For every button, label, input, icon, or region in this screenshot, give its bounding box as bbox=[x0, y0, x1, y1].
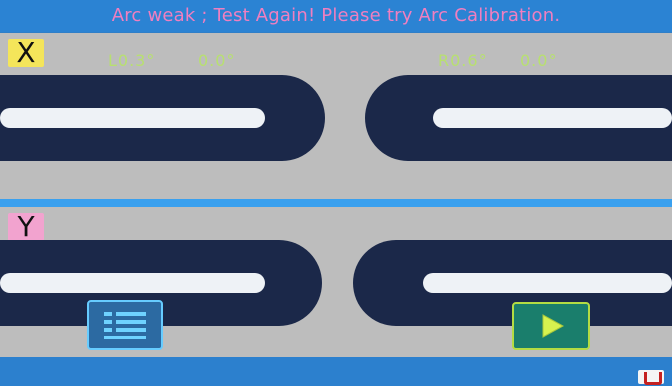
splicer-screen: Arc weak ; Test Again! Please try Arc Ca… bbox=[0, 0, 672, 386]
corner-indicator bbox=[638, 370, 664, 385]
play-icon bbox=[542, 314, 565, 338]
menu-button[interactable] bbox=[87, 300, 163, 350]
left-fiber-angle: L0.3° bbox=[108, 51, 156, 70]
right-fiber-angle: R0.6° bbox=[438, 51, 488, 70]
left-fiber-core-x bbox=[0, 108, 265, 128]
right-fiber-core-x bbox=[433, 108, 672, 128]
status-message: Arc weak ; Test Again! Please try Arc Ca… bbox=[111, 5, 561, 26]
x-view-panel: X L0.3° 0.0° R0.6° 0.0° bbox=[0, 33, 672, 199]
status-bar: Arc weak ; Test Again! Please try Arc Ca… bbox=[0, 0, 672, 32]
menu-list-icon bbox=[104, 312, 146, 339]
x-axis-label: X bbox=[8, 39, 44, 67]
y-axis-label: Y bbox=[8, 213, 44, 241]
right-fiber-core-y bbox=[423, 273, 672, 293]
right-fiber-offset: 0.0° bbox=[520, 51, 558, 70]
left-fiber-offset: 0.0° bbox=[198, 51, 236, 70]
left-fiber-core-y bbox=[0, 273, 265, 293]
left-fiber-x bbox=[0, 75, 325, 161]
start-button[interactable] bbox=[512, 302, 590, 350]
footer-bar bbox=[0, 357, 672, 386]
right-fiber-x bbox=[365, 75, 672, 161]
view-divider bbox=[0, 199, 672, 207]
corner-mark-icon bbox=[644, 372, 662, 385]
